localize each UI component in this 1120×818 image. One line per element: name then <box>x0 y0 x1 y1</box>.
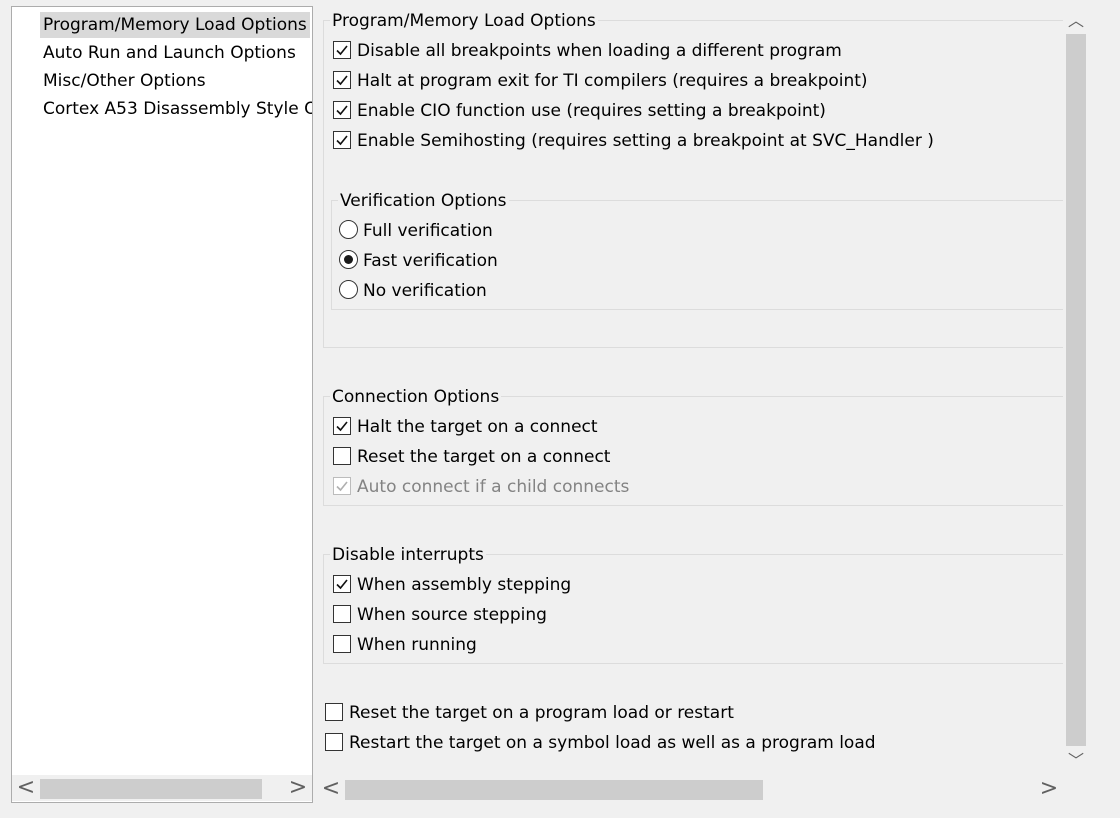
checkbox[interactable] <box>333 41 351 59</box>
tree-item-program-memory-load[interactable]: Program/Memory Load Options <box>40 12 310 38</box>
verification-legend: Verification Options <box>338 190 509 212</box>
scroll-up-icon[interactable]: ︿ <box>1063 8 1089 34</box>
checkmark-icon <box>336 481 348 492</box>
checkmark-icon <box>336 579 348 590</box>
checkbox[interactable] <box>325 733 343 751</box>
checkmark-icon <box>336 135 348 146</box>
checkbox[interactable] <box>333 71 351 89</box>
scroll-thumb[interactable] <box>345 780 763 800</box>
checkmark-icon <box>336 421 348 432</box>
option-label: Restart the target on a symbol load as w… <box>349 733 876 753</box>
checkbox[interactable] <box>333 605 351 623</box>
option-label: Reset the target on a program load or re… <box>349 703 734 723</box>
scroll-right-icon[interactable]: > <box>286 775 310 801</box>
radio-selected-dot-icon <box>344 255 353 264</box>
tree-item-auto-run-launch[interactable]: Auto Run and Launch Options <box>40 40 299 66</box>
option-label: Enable CIO function use (requires settin… <box>357 101 826 121</box>
option-label: Reset the target on a connect <box>357 447 611 467</box>
option-label: Auto connect if a child connects <box>357 477 630 497</box>
checkbox[interactable] <box>325 703 343 721</box>
scroll-left-icon[interactable]: < <box>14 775 38 801</box>
radio-button[interactable] <box>339 250 358 269</box>
scroll-thumb[interactable] <box>1066 34 1086 746</box>
option-label: Full verification <box>363 221 493 241</box>
tree-horizontal-scrollbar[interactable]: < > <box>12 775 312 801</box>
program-memory-legend: Program/Memory Load Options <box>330 10 598 32</box>
tree-item-disassembly-style[interactable]: Cortex A53 Disassembly Style Opt <box>40 96 312 122</box>
scroll-thumb[interactable] <box>40 779 262 799</box>
options-panel: Program/Memory Load Options Disable all … <box>315 0 1120 818</box>
option-label: Halt at program exit for TI compilers (r… <box>357 71 868 91</box>
checkbox[interactable] <box>333 447 351 465</box>
scroll-left-icon[interactable]: < <box>319 776 343 802</box>
checkbox[interactable] <box>333 417 351 435</box>
scroll-down-icon[interactable]: ﹀ <box>1063 748 1089 774</box>
option-label: Fast verification <box>363 251 498 271</box>
checkbox <box>333 477 351 495</box>
tree-item-misc-other[interactable]: Misc/Other Options <box>40 68 209 94</box>
checkmark-icon <box>336 105 348 116</box>
option-label: When assembly stepping <box>357 575 572 595</box>
option-label: When running <box>357 635 477 655</box>
option-label: Enable Semihosting (requires setting a b… <box>357 131 934 151</box>
option-label: Disable all breakpoints when loading a d… <box>357 41 842 61</box>
radio-button[interactable] <box>339 280 358 299</box>
connection-legend: Connection Options <box>330 386 502 408</box>
options-vertical-scrollbar[interactable]: ︿ ﹀ <box>1063 8 1089 774</box>
checkbox[interactable] <box>333 635 351 653</box>
options-horizontal-scrollbar[interactable]: < > <box>317 776 1063 802</box>
options-tree: Program/Memory Load Options Auto Run and… <box>11 6 313 803</box>
checkbox[interactable] <box>333 131 351 149</box>
interrupts-legend: Disable interrupts <box>330 544 486 566</box>
checkmark-icon <box>336 75 348 86</box>
scroll-right-icon[interactable]: > <box>1037 776 1061 802</box>
option-label: No verification <box>363 281 487 301</box>
option-label: Halt the target on a connect <box>357 417 598 437</box>
radio-button[interactable] <box>339 220 358 239</box>
checkbox[interactable] <box>333 575 351 593</box>
checkbox[interactable] <box>333 101 351 119</box>
checkmark-icon <box>336 45 348 56</box>
option-label: When source stepping <box>357 605 547 625</box>
